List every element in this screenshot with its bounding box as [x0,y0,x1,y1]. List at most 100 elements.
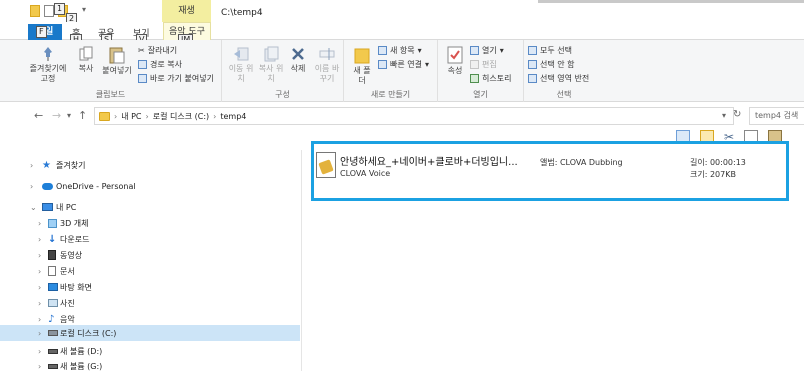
nav-label: 바탕 화면 [60,282,92,292]
new-item-button[interactable]: 새 항목 ▾ [378,45,422,56]
nav-item-volume-g[interactable]: › 새 볼륨 (G:) [0,358,300,371]
history-button[interactable]: 히스토리 [470,73,511,84]
expand-chevron-icon[interactable]: › [30,161,33,170]
file-name: 안녕하세요_+네이버+클로바+더빙입니... [340,157,518,168]
address-dropdown-chevron-icon[interactable]: ▾ [722,111,726,120]
organize-group: 이동 위치 복사 위치 삭제 이름 바꾸기 구성 [222,40,344,102]
nav-item-onedrive[interactable]: › OneDrive - Personal [0,178,300,194]
cut-button[interactable]: ✂ 잘라내기 [138,45,177,56]
paste-shortcut-button[interactable]: 바로 가기 붙여넣기 [138,73,214,84]
delete-button[interactable]: 삭제 [286,46,310,74]
folder-icon[interactable] [30,5,40,17]
easy-access-button[interactable]: 빠른 연결 ▾ [378,59,429,70]
nav-item-this-pc[interactable]: ⌄ 내 PC [0,199,300,215]
film-icon [48,250,56,260]
rename-label: 이름 바꾸기 [314,64,340,83]
properties-icon[interactable] [44,5,54,17]
expand-chevron-icon[interactable]: › [38,315,41,324]
select-all-button[interactable]: 모두 선택 [528,45,572,56]
ribbon: 즐겨찾기에 고정 복사 붙여넣기 ✂ 잘라내기 경로 복사 바로 가기 붙여넣기 … [0,40,804,102]
document-icon [48,266,56,276]
cube-icon [48,218,57,228]
select-none-button[interactable]: 선택 안 함 [528,59,575,70]
rename-icon [319,48,335,60]
nav-item-documents[interactable]: › 문서 [0,263,300,279]
ribbon-tabs: 파일 F 홈 H 공유 S 보기 V 음악 도구 JM [0,22,804,46]
invert-selection-button[interactable]: 선택 영역 반전 [528,73,589,84]
new-group: 새 폴더 새 항목 ▾ 빠른 연결 ▾ 새로 만들기 [344,40,438,102]
nav-label: 음악 [60,314,75,324]
refresh-icon[interactable]: ↻ [733,109,741,120]
move-to-button[interactable]: 이동 위치 [226,46,256,84]
select-all-label: 모두 선택 [540,46,572,55]
recent-chevron-icon[interactable]: ▾ [67,111,71,120]
paste-label: 붙여넣기 [102,66,132,75]
scissors-icon: ✂ [138,46,145,55]
expand-chevron-icon[interactable]: › [38,219,41,228]
address-bar[interactable]: › 내 PC › 로컬 디스크 (C:) › temp4 [94,107,734,125]
nav-item-3d-objects[interactable]: › 3D 개체 [0,215,300,231]
back-arrow-icon[interactable]: ← [34,109,43,122]
pin-icon [44,47,52,61]
open-button[interactable]: 열기 ▾ [470,45,504,56]
file-item[interactable]: 안녕하세요_+네이버+클로바+더빙입니... CLOVA Voice 앨범: C… [316,148,786,196]
expand-chevron-icon[interactable]: › [38,329,41,338]
move-to-label: 이동 위치 [228,64,254,83]
navigation-pane: › ★ 즐겨찾기 › OneDrive - Personal ⌄ 내 PC › … [0,150,302,371]
nav-item-downloads[interactable]: › ↓ 다운로드 [0,231,300,247]
breadcrumb-temp4[interactable]: temp4 [220,112,246,121]
window-edge [538,0,804,3]
copy-button[interactable]: 복사 [74,46,98,74]
search-input[interactable]: temp4 검색 [749,107,804,125]
nav-label: 다운로드 [60,234,90,244]
keytip-1: 1 [54,3,66,15]
new-folder-icon [354,48,370,64]
edit-button[interactable]: 편집 [470,59,497,70]
nav-item-local-disk-c[interactable]: › 로컬 디스크 (C:) [0,325,300,341]
folder-icon [99,111,110,121]
expand-chevron-icon[interactable]: › [38,251,41,260]
history-icon [470,74,479,83]
pin-label: 즐겨찾기에 고정 [29,64,67,83]
history-label: 히스토리 [482,74,512,83]
copy-icon [79,46,93,61]
expand-chevron-icon[interactable]: › [38,347,41,356]
copy-path-button[interactable]: 경로 복사 [138,59,182,70]
new-folder-button[interactable]: 새 폴더 [350,46,374,86]
copy-path-icon [138,60,147,69]
breadcrumb-local-disk[interactable]: 로컬 디스크 (C:) [153,111,209,122]
nav-label: 사진 [60,298,75,308]
expand-chevron-icon[interactable]: › [38,235,41,244]
edit-label: 편집 [482,60,497,69]
nav-item-videos[interactable]: › 동영상 [0,247,300,263]
customize-qat-chevron-icon[interactable]: ▾ [82,5,86,14]
expand-chevron-icon[interactable]: › [38,299,41,308]
pin-to-quick-access-button[interactable]: 즐겨찾기에 고정 [28,46,68,84]
window-title: C:\temp4 [221,8,263,18]
forward-arrow-icon[interactable]: → [52,109,61,122]
download-arrow-icon: ↓ [48,233,57,245]
breadcrumb-separator-icon: › [213,111,217,121]
properties-check-icon [447,46,463,64]
rename-button[interactable]: 이름 바꾸기 [312,46,342,84]
paste-shortcut-label: 바로 가기 붙여넣기 [150,74,214,83]
expand-chevron-icon[interactable]: › [30,182,33,191]
select-group: 모두 선택 선택 안 함 선택 영역 반전 선택 [524,40,604,102]
contextual-tab-group: 재생 [162,0,211,22]
drive-icon [48,348,58,354]
expand-chevron-icon[interactable]: › [38,362,41,371]
open-group-label: 열기 [473,90,488,99]
properties-button[interactable]: 속성 [444,46,466,76]
copy-to-button[interactable]: 복사 위치 [256,46,286,84]
collapse-chevron-icon[interactable]: ⌄ [30,203,37,212]
nav-item-volume-d[interactable]: › 새 볼륨 (D:) [0,343,300,359]
expand-chevron-icon[interactable]: › [38,267,41,276]
expand-chevron-icon[interactable]: › [38,283,41,292]
nav-item-desktop[interactable]: › 바탕 화면 [0,279,300,295]
nav-item-quick-access[interactable]: › ★ 즐겨찾기 [0,157,300,173]
breadcrumb-this-pc[interactable]: 내 PC [121,111,141,122]
paste-button[interactable]: 붙여넣기 [100,46,134,76]
nav-item-pictures[interactable]: › 사진 [0,295,300,311]
up-arrow-icon[interactable]: ↑ [78,109,87,122]
nav-label: 3D 개체 [60,218,89,228]
